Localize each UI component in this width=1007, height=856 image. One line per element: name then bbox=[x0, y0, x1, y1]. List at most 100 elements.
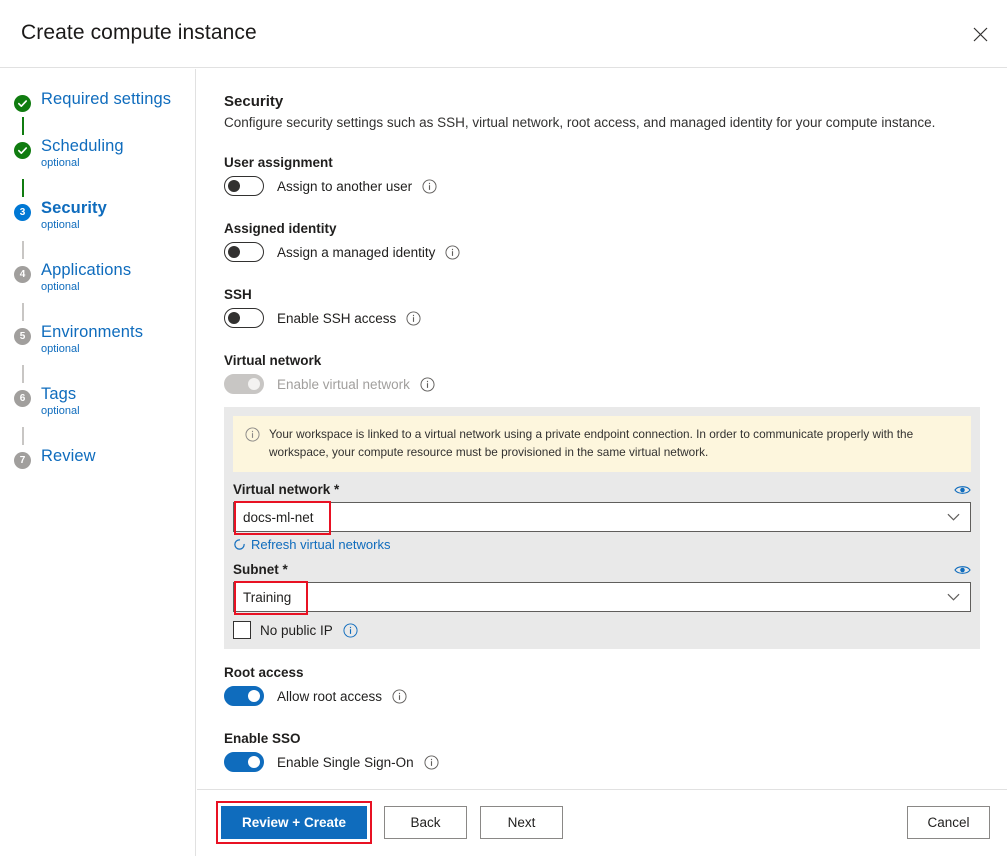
no-public-ip-checkbox[interactable] bbox=[233, 621, 251, 639]
sidebar-item-label: Required settings bbox=[41, 91, 171, 108]
close-button[interactable] bbox=[963, 17, 997, 51]
step-connector bbox=[22, 117, 24, 135]
page-title: Create compute instance bbox=[21, 21, 257, 45]
notice-text: Your workspace is linked to a virtual ne… bbox=[269, 426, 959, 461]
virtual-network-notice: Your workspace is linked to a virtual ne… bbox=[233, 416, 971, 472]
sidebar-item-applications[interactable]: 4 Applications optional bbox=[14, 262, 131, 293]
enable-virtual-network-toggle-label: Enable virtual network bbox=[277, 377, 410, 392]
assigned-identity-label: Assigned identity bbox=[224, 221, 460, 236]
security-settings-panel: Security Configure security settings suc… bbox=[197, 69, 1007, 789]
wizard-rail: Required settings Scheduling optional 3 … bbox=[0, 69, 196, 856]
check-icon bbox=[14, 142, 31, 159]
sidebar-item-label: Security bbox=[41, 200, 107, 217]
refresh-icon bbox=[233, 538, 246, 551]
allow-root-access-label: Allow root access bbox=[277, 689, 382, 704]
check-icon bbox=[14, 95, 31, 112]
info-icon[interactable] bbox=[420, 377, 435, 392]
info-icon[interactable] bbox=[445, 245, 460, 260]
no-public-ip-row: No public IP bbox=[233, 621, 971, 639]
ssh-row: Enable SSH access bbox=[224, 308, 421, 328]
dialog-footer: Review + Create Back Next Cancel bbox=[197, 789, 1007, 856]
sidebar-item-label: Environments bbox=[41, 324, 143, 341]
sidebar-item-environments[interactable]: 5 Environments optional bbox=[14, 324, 143, 355]
enable-ssh-access-label: Enable SSH access bbox=[277, 311, 396, 326]
cancel-button[interactable]: Cancel bbox=[907, 806, 990, 839]
step-connector bbox=[22, 365, 24, 383]
eye-icon[interactable] bbox=[954, 564, 971, 576]
virtual-network-value: docs-ml-net bbox=[234, 510, 314, 525]
back-button[interactable]: Back bbox=[384, 806, 467, 839]
sidebar-item-optional: optional bbox=[41, 344, 143, 355]
enable-virtual-network-toggle bbox=[224, 374, 264, 394]
sidebar-item-label: Tags bbox=[41, 386, 80, 403]
assigned-identity-group: Assigned identity Assign a managed ident… bbox=[224, 221, 460, 262]
sidebar-item-label: Applications bbox=[41, 262, 131, 279]
step-connector bbox=[22, 241, 24, 259]
step-number-badge: 3 bbox=[14, 204, 31, 221]
sidebar-item-optional: optional bbox=[41, 220, 107, 231]
sso-row: Enable Single Sign-On bbox=[224, 752, 439, 772]
info-icon[interactable] bbox=[422, 179, 437, 194]
info-icon[interactable] bbox=[424, 755, 439, 770]
virtual-network-field: Virtual network * docs-ml-net Refresh vi… bbox=[233, 482, 971, 552]
assign-managed-identity-label: Assign a managed identity bbox=[277, 245, 435, 260]
root-access-label: Root access bbox=[224, 665, 407, 680]
virtual-network-row: Enable virtual network bbox=[224, 374, 435, 394]
sidebar-item-required-settings[interactable]: Required settings bbox=[14, 91, 171, 112]
step-connector bbox=[22, 427, 24, 445]
info-icon[interactable] bbox=[406, 311, 421, 326]
assign-to-another-user-label: Assign to another user bbox=[277, 179, 412, 194]
refresh-virtual-networks-label: Refresh virtual networks bbox=[251, 537, 390, 552]
review-create-button[interactable]: Review + Create bbox=[221, 806, 367, 839]
subnet-field: Subnet * Training bbox=[233, 562, 971, 612]
step-connector bbox=[22, 303, 24, 321]
allow-root-access-toggle[interactable] bbox=[224, 686, 264, 706]
assign-to-another-user-toggle[interactable] bbox=[224, 176, 264, 196]
root-access-group: Root access Allow root access bbox=[224, 665, 407, 706]
sidebar-item-optional: optional bbox=[41, 282, 131, 293]
enable-ssh-access-toggle[interactable] bbox=[224, 308, 264, 328]
sso-label: Enable SSO bbox=[224, 731, 439, 746]
virtual-network-label: Virtual network bbox=[224, 353, 435, 368]
sidebar-item-tags[interactable]: 6 Tags optional bbox=[14, 386, 80, 417]
step-number-badge: 5 bbox=[14, 328, 31, 345]
subnet-value: Training bbox=[234, 590, 291, 605]
sidebar-item-label: Review bbox=[41, 448, 96, 465]
virtual-network-select[interactable]: docs-ml-net bbox=[233, 502, 971, 532]
ssh-label: SSH bbox=[224, 287, 421, 302]
step-number-badge: 7 bbox=[14, 452, 31, 469]
dialog-header: Create compute instance bbox=[0, 0, 1007, 68]
step-connector bbox=[22, 179, 24, 197]
enable-sso-label: Enable Single Sign-On bbox=[277, 755, 414, 770]
eye-icon[interactable] bbox=[954, 484, 971, 496]
info-icon[interactable] bbox=[392, 689, 407, 704]
next-button[interactable]: Next bbox=[480, 806, 563, 839]
sso-group: Enable SSO Enable Single Sign-On bbox=[224, 731, 439, 772]
assign-managed-identity-toggle[interactable] bbox=[224, 242, 264, 262]
subnet-field-label: Subnet * bbox=[233, 562, 288, 577]
sidebar-item-optional: optional bbox=[41, 406, 80, 417]
virtual-network-panel: Your workspace is linked to a virtual ne… bbox=[224, 407, 980, 649]
info-icon bbox=[245, 427, 260, 447]
close-icon bbox=[973, 27, 988, 42]
user-assignment-row: Assign to another user bbox=[224, 176, 437, 196]
virtual-network-field-label: Virtual network * bbox=[233, 482, 339, 497]
assigned-identity-row: Assign a managed identity bbox=[224, 242, 460, 262]
step-number-badge: 6 bbox=[14, 390, 31, 407]
sidebar-item-label: Scheduling bbox=[41, 138, 124, 155]
subnet-select[interactable]: Training bbox=[233, 582, 971, 612]
virtual-network-group: Virtual network Enable virtual network bbox=[224, 353, 435, 394]
sidebar-item-security[interactable]: 3 Security optional bbox=[14, 200, 107, 231]
refresh-virtual-networks-link[interactable]: Refresh virtual networks bbox=[233, 537, 971, 552]
sidebar-item-scheduling[interactable]: Scheduling optional bbox=[14, 138, 124, 169]
root-access-row: Allow root access bbox=[224, 686, 407, 706]
info-icon[interactable] bbox=[343, 623, 358, 638]
section-description: Configure security settings such as SSH,… bbox=[224, 115, 935, 130]
ssh-group: SSH Enable SSH access bbox=[224, 287, 421, 328]
enable-sso-toggle[interactable] bbox=[224, 752, 264, 772]
no-public-ip-label: No public IP bbox=[260, 623, 333, 638]
user-assignment-group: User assignment Assign to another user bbox=[224, 155, 437, 196]
step-number-badge: 4 bbox=[14, 266, 31, 283]
sidebar-item-review[interactable]: 7 Review bbox=[14, 448, 96, 469]
chevron-down-icon bbox=[947, 588, 960, 606]
